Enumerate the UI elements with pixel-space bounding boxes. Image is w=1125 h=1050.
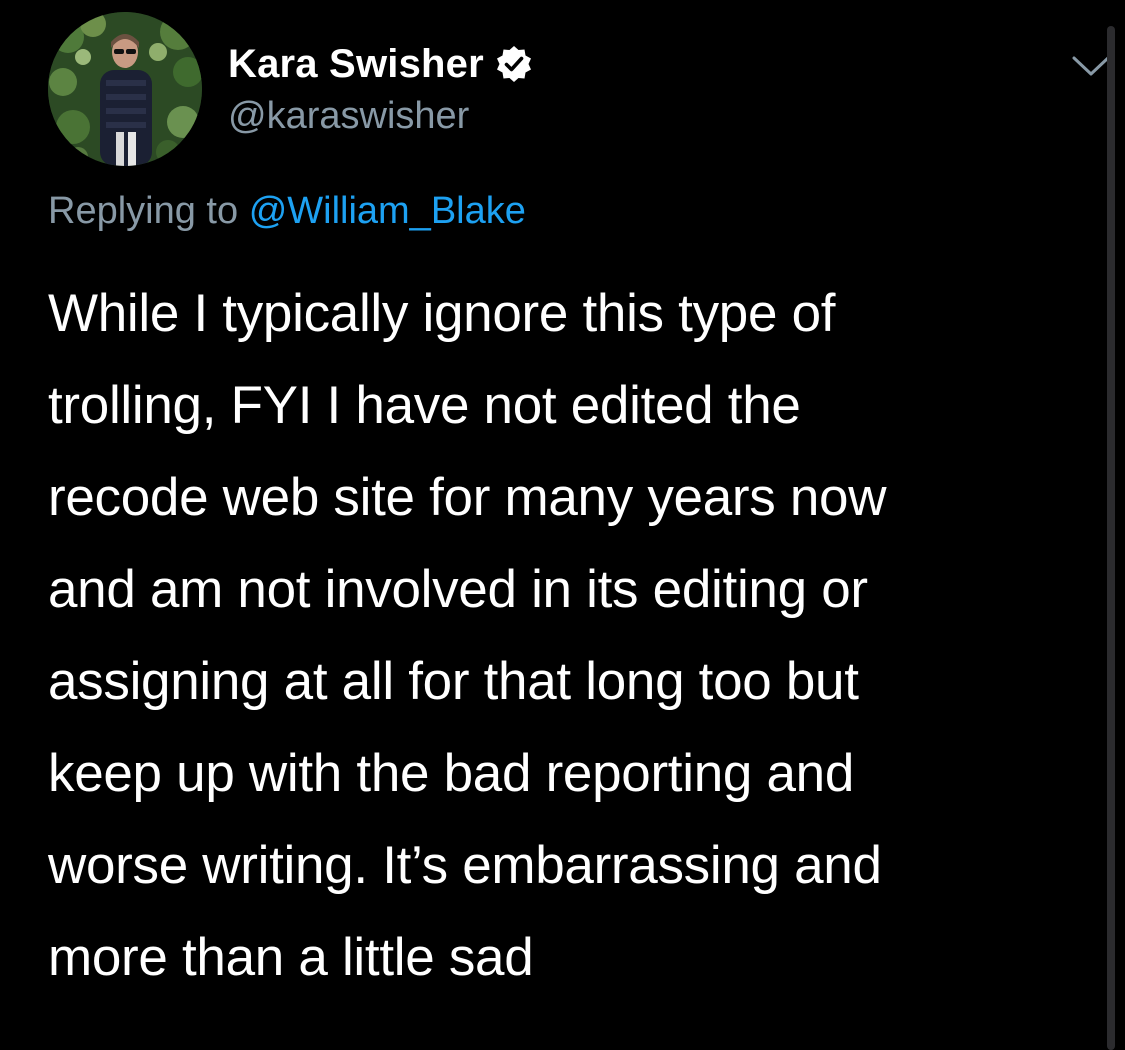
reply-mention-link[interactable]: @William_Blake bbox=[249, 190, 526, 232]
author-handle[interactable]: @karaswisher bbox=[228, 95, 469, 138]
tweet: Kara Swisher @karaswisher Replying to @W… bbox=[0, 0, 1125, 1050]
tweet-text-line: trolling, FYI I have not edited the bbox=[48, 376, 801, 435]
tweet-text-line: recode web site for many years now bbox=[48, 468, 887, 527]
avatar-photo-icon bbox=[48, 12, 202, 166]
reply-prefix: Replying to bbox=[48, 190, 239, 232]
chevron-down-icon[interactable] bbox=[1070, 50, 1112, 80]
tweet-text-line: keep up with the bad reporting and bbox=[48, 744, 854, 803]
tweet-text-line: and am not involved in its editing or bbox=[48, 560, 868, 619]
tweet-text-line: While I typically ignore this type of bbox=[48, 284, 836, 343]
author-name-row: Kara Swisher bbox=[228, 38, 534, 90]
scrollbar[interactable] bbox=[1107, 26, 1115, 1050]
tweet-text-line: more than a little sad bbox=[48, 928, 534, 987]
tweet-text-line: assigning at all for that long too but bbox=[48, 652, 859, 711]
tweet-text-line: worse writing. It’s embarrassing and bbox=[48, 836, 882, 895]
tweet-text: While I typically ignore this type of tr… bbox=[48, 268, 1093, 1004]
avatar[interactable] bbox=[48, 12, 202, 166]
author-display-name[interactable]: Kara Swisher bbox=[228, 42, 484, 87]
reply-context: Replying to @William_Blake bbox=[48, 190, 526, 233]
verified-badge-icon bbox=[494, 44, 534, 84]
